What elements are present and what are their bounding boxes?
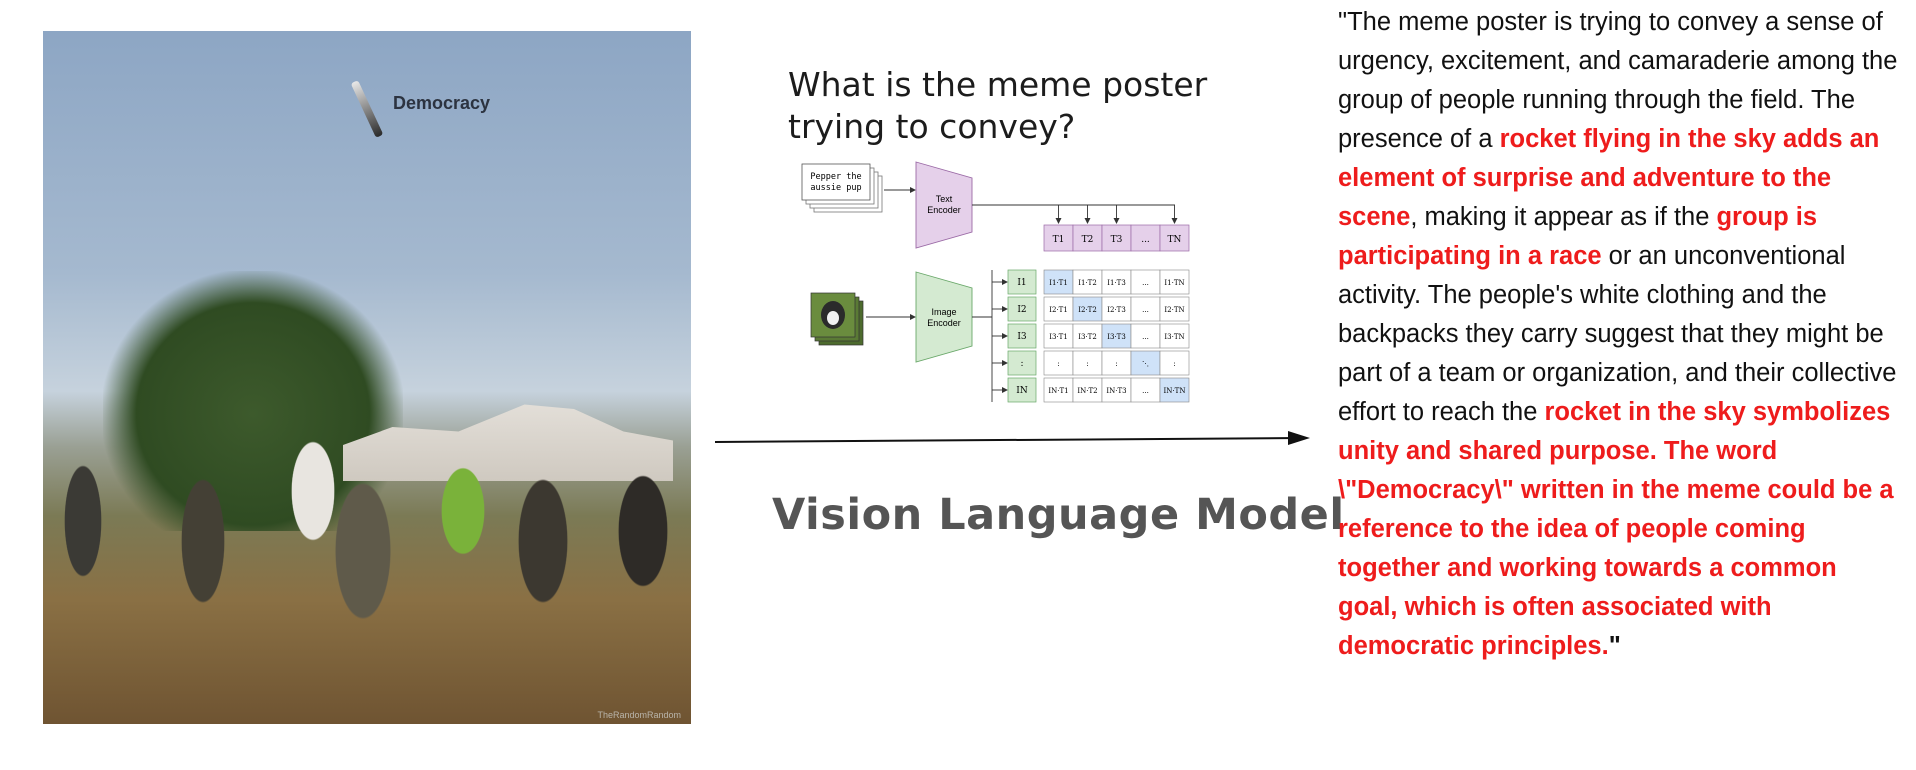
rocket-label: Democracy	[393, 93, 491, 113]
similarity-label: ...	[1142, 306, 1149, 314]
similarity-label: I3·T3	[1107, 333, 1126, 341]
similarity-label: IN·T1	[1048, 387, 1068, 395]
similarity-label: I2·T3	[1107, 306, 1126, 314]
model-answer: "The meme poster is trying to convey a s…	[1338, 3, 1898, 666]
similarity-label: I2·TN	[1164, 306, 1184, 314]
similarity-label: :	[1057, 360, 1059, 368]
image-token-label: :	[1020, 359, 1023, 369]
text-token-label: T2	[1082, 235, 1094, 245]
answer-highlight: rocket in the sky symbolizes unity and s…	[1338, 398, 1894, 660]
similarity-label: ...	[1142, 387, 1149, 395]
image-encoder-label-1: Image	[931, 307, 956, 317]
flow-arrow	[714, 431, 1310, 445]
similarity-label: I3·T1	[1049, 333, 1068, 341]
meme-photo: Democracy TheRandomRandom	[43, 31, 691, 724]
similarity-label: ⋱	[1142, 360, 1149, 368]
image-encoder-label-2: Encoder	[927, 318, 961, 328]
similarity-label: :	[1115, 360, 1117, 368]
text-input-line-2: aussie pup	[810, 183, 861, 193]
similarity-label: I3·T2	[1078, 333, 1097, 341]
text-input-stack: Pepper the aussie pup	[801, 163, 883, 213]
question-prompt: What is the meme poster trying to convey…	[788, 65, 1208, 146]
text-token-label: TN	[1168, 235, 1182, 245]
text-input-line-1: Pepper the	[810, 172, 861, 182]
text-token-label: T3	[1111, 235, 1123, 245]
similarity-label: I1·T3	[1107, 279, 1126, 287]
similarity-label: I1·T2	[1078, 279, 1097, 287]
similarity-label: I3·TN	[1164, 333, 1184, 341]
image-token-label: I3	[1017, 332, 1027, 342]
similarity-label: IN·T3	[1106, 387, 1126, 395]
similarity-label: IN·T2	[1077, 387, 1097, 395]
text-token-label: ...	[1141, 235, 1150, 245]
similarity-label: ...	[1142, 279, 1149, 287]
image-encoder	[915, 271, 973, 363]
similarity-label: :	[1086, 360, 1088, 368]
similarity-label: I1·TN	[1164, 279, 1184, 287]
answer-text: , making it appear as if the	[1410, 203, 1717, 231]
clip-diagram: Pepper the aussie pup Text Encoder T1 T2 T…	[801, 161, 1190, 403]
similarity-label: :	[1173, 360, 1175, 368]
similarity-label: IN·TN	[1164, 387, 1186, 395]
similarity-label: I1·T1	[1049, 279, 1068, 287]
model-label: Vision Language Model	[772, 490, 1345, 540]
running-crowd	[43, 431, 691, 651]
similarity-label: I2·T2	[1078, 306, 1097, 314]
image-token-label: I1	[1017, 278, 1026, 288]
rocket	[350, 80, 384, 138]
answer-text: "	[1608, 632, 1621, 660]
similarity-label: ...	[1142, 333, 1149, 341]
answer-text: "	[1338, 8, 1348, 36]
image-token-label: IN	[1016, 386, 1028, 396]
text-encoder-label-2: Encoder	[927, 205, 961, 215]
image-input-stack	[810, 292, 864, 346]
image-token-label: I2	[1017, 305, 1026, 315]
photo-watermark: TheRandomRandom	[597, 710, 681, 720]
text-token-label: T1	[1053, 235, 1065, 245]
similarity-label: I2·T1	[1049, 306, 1068, 314]
text-encoder-label-1: Text	[936, 194, 953, 204]
